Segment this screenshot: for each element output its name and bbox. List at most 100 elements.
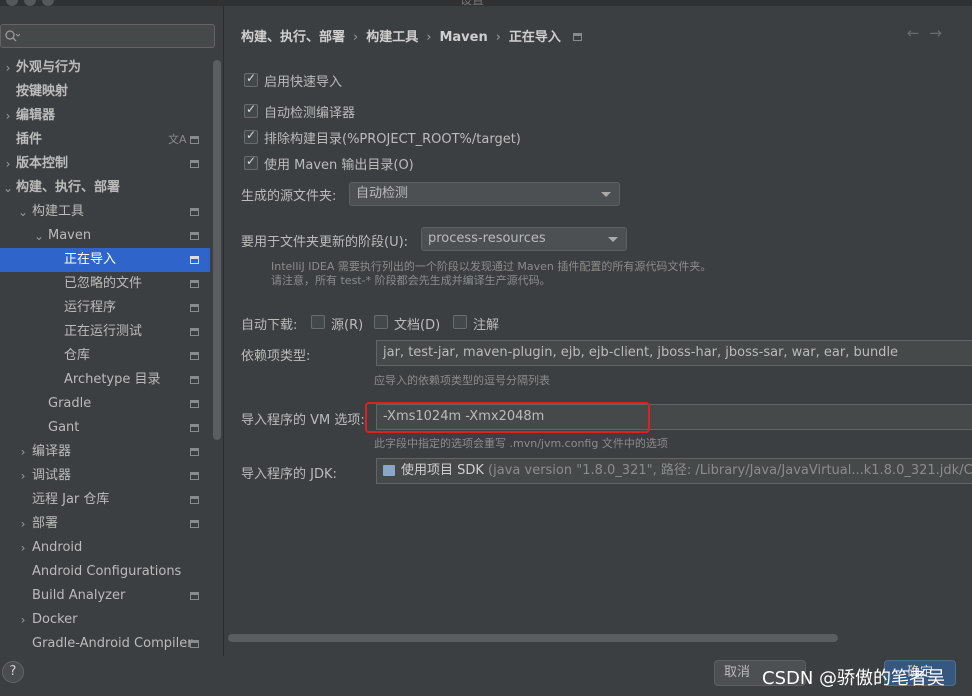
breadcrumb-separator: › bbox=[495, 30, 501, 45]
checkbox-exclude-build-dir[interactable] bbox=[244, 128, 258, 144]
sidebar-item-label: Android bbox=[32, 540, 83, 555]
project-scope-icon bbox=[190, 424, 199, 432]
sidebar-item[interactable]: 正在运行测试 bbox=[0, 320, 210, 344]
sidebar-item[interactable]: 运行程序 bbox=[0, 296, 210, 320]
sidebar-item[interactable]: Gradle bbox=[0, 392, 210, 416]
phase-label: 要用于文件夹更新的阶段(U): bbox=[241, 235, 409, 250]
chevron-right-icon[interactable]: › bbox=[17, 536, 29, 560]
sidebar-item[interactable]: 远程 Jar 仓库 bbox=[0, 488, 210, 512]
dropdown-caret-icon bbox=[608, 237, 618, 242]
sidebar-item-label: 构建、执行、部署 bbox=[16, 180, 121, 195]
sidebar-item-label: 部署 bbox=[32, 516, 59, 531]
checkbox-label: 文档(D) bbox=[394, 318, 441, 333]
checkbox-download-sources[interactable] bbox=[311, 315, 325, 329]
chevron-down-icon[interactable]: ⌄ bbox=[17, 200, 29, 224]
sidebar-item[interactable]: › 部署 bbox=[0, 512, 210, 536]
sidebar-item-label: 正在运行测试 bbox=[64, 324, 143, 339]
search-input[interactable] bbox=[0, 24, 215, 48]
sidebar-item[interactable]: › 版本控制 bbox=[0, 152, 210, 176]
jdk-select[interactable]: 使用项目 SDK (java version "1.8.0_321", 路径: … bbox=[376, 458, 972, 484]
sidebar-item[interactable]: Archetype 目录 bbox=[0, 368, 210, 392]
breadcrumb: 构建、执行、部署 › 构建工具 › Maven › 正在导入 bbox=[241, 26, 582, 45]
sidebar-item-label: Gant bbox=[48, 420, 80, 435]
back-arrow-icon[interactable]: ← bbox=[907, 24, 930, 42]
sidebar-item[interactable]: 插件 文A bbox=[0, 128, 210, 152]
sidebar-item[interactable]: Gradle-Android Compiler bbox=[0, 632, 210, 656]
project-scope-icon bbox=[190, 376, 199, 384]
help-button[interactable]: ? bbox=[2, 661, 24, 683]
dependency-types-input[interactable]: jar, test-jar, maven-plugin, ejb, ejb-cl… bbox=[376, 340, 972, 366]
sidebar-item[interactable]: 按键映射 bbox=[0, 80, 210, 104]
breadcrumb-item[interactable]: 构建工具 bbox=[366, 30, 418, 45]
chevron-right-icon[interactable]: › bbox=[17, 440, 29, 464]
project-scope-icon bbox=[190, 208, 199, 216]
sidebar-item-label: 编译器 bbox=[32, 444, 72, 459]
sidebar-item[interactable]: 已忽略的文件 bbox=[0, 272, 210, 296]
project-scope-icon bbox=[190, 232, 199, 240]
dialog-footer: ? 取消 确定 CSDN @骄傲的笔者吴 bbox=[0, 656, 972, 696]
search-icon bbox=[5, 30, 20, 42]
checkbox-maven-output[interactable] bbox=[244, 154, 258, 170]
horizontal-scrollbar[interactable] bbox=[228, 634, 838, 642]
breadcrumb-separator: › bbox=[353, 30, 359, 45]
sidebar-item[interactable]: › 编译器 bbox=[0, 440, 210, 464]
sidebar-item[interactable]: › 外观与行为 bbox=[0, 56, 210, 80]
project-scope-icon bbox=[190, 304, 199, 312]
project-scope-icon bbox=[190, 160, 199, 168]
project-scope-icon bbox=[190, 640, 199, 648]
breadcrumb-item[interactable]: 构建、执行、部署 bbox=[241, 30, 345, 45]
sidebar-item[interactable]: › Docker bbox=[0, 608, 210, 632]
sidebar-item-label: Docker bbox=[32, 612, 78, 627]
source-folder-value: 自动检测 bbox=[356, 186, 409, 201]
source-folder-select[interactable]: 自动检测 bbox=[349, 182, 620, 206]
sidebar-item-label: Build Analyzer bbox=[32, 588, 126, 603]
project-scope-icon bbox=[190, 280, 199, 288]
sidebar-item[interactable]: Build Analyzer bbox=[0, 584, 210, 608]
settings-panel: 构建、执行、部署 › 构建工具 › Maven › 正在导入 ←→ 启用快速导入 自动检测编… bbox=[225, 6, 972, 656]
chevron-right-icon[interactable]: › bbox=[2, 152, 14, 176]
sidebar-item-label: Gradle-Android Compiler bbox=[32, 636, 193, 651]
translate-icon: 文A bbox=[168, 133, 187, 146]
sidebar-item[interactable]: 正在导入 bbox=[0, 248, 210, 272]
chevron-right-icon[interactable]: › bbox=[17, 608, 29, 632]
sidebar-item[interactable]: 仓库 bbox=[0, 344, 210, 368]
chevron-right-icon[interactable]: › bbox=[17, 512, 29, 536]
csdn-watermark: CSDN @骄傲的笔者吴 bbox=[762, 668, 946, 689]
sidebar-item[interactable]: Gant bbox=[0, 416, 210, 440]
sidebar-item-label: 插件 bbox=[16, 132, 43, 147]
sidebar-item[interactable]: Android Configurations bbox=[0, 560, 210, 584]
checkbox-download-docs[interactable] bbox=[374, 315, 388, 329]
checkbox-label: 启用快速导入 bbox=[264, 75, 343, 90]
checkbox-detect-compiler[interactable] bbox=[244, 102, 258, 118]
phase-hint: IntelliJ IDEA 需要执行列出的一个阶段以发现通过 Maven 插件配… bbox=[271, 260, 712, 273]
chevron-down-icon[interactable]: ⌄ bbox=[33, 224, 45, 248]
sidebar-item[interactable]: › Android bbox=[0, 536, 210, 560]
phase-select[interactable]: process-resources bbox=[421, 227, 627, 251]
breadcrumb-item[interactable]: Maven bbox=[439, 30, 487, 45]
sidebar-item-label: 已忽略的文件 bbox=[64, 276, 143, 291]
checkbox-label: 源(R) bbox=[331, 318, 364, 333]
sidebar-item[interactable]: ⌄ 构建、执行、部署 bbox=[0, 176, 210, 200]
forward-arrow-icon[interactable]: → bbox=[929, 24, 952, 42]
chevron-right-icon[interactable]: › bbox=[2, 56, 14, 80]
checkbox-label: 注解 bbox=[473, 318, 500, 333]
sidebar-scrollbar[interactable] bbox=[213, 60, 221, 440]
cancel-label: 取消 bbox=[723, 665, 750, 680]
sidebar-item-label: 构建工具 bbox=[32, 204, 85, 219]
chevron-right-icon[interactable]: › bbox=[2, 104, 14, 128]
chevron-right-icon[interactable]: › bbox=[17, 464, 29, 488]
checkbox-fast-import[interactable] bbox=[244, 71, 258, 87]
sidebar-item-label: 编辑器 bbox=[16, 108, 56, 123]
chevron-down-icon[interactable]: ⌄ bbox=[2, 176, 14, 200]
breadcrumb-separator: › bbox=[426, 30, 432, 45]
project-scope-icon bbox=[190, 496, 199, 504]
sidebar-item[interactable]: › 编辑器 bbox=[0, 104, 210, 128]
project-scope-icon bbox=[190, 472, 199, 480]
sidebar-item[interactable]: ⌄ 构建工具 bbox=[0, 200, 210, 224]
sidebar-item[interactable]: › 调试器 bbox=[0, 464, 210, 488]
sidebar-item-label: Archetype 目录 bbox=[64, 372, 161, 387]
sidebar-item[interactable]: ⌄ Maven bbox=[0, 224, 210, 248]
project-scope-icon bbox=[190, 400, 199, 408]
checkbox-download-annotations[interactable] bbox=[453, 315, 467, 329]
jdk-detail: (java version "1.8.0_321", 路径: /Library/… bbox=[483, 463, 972, 478]
